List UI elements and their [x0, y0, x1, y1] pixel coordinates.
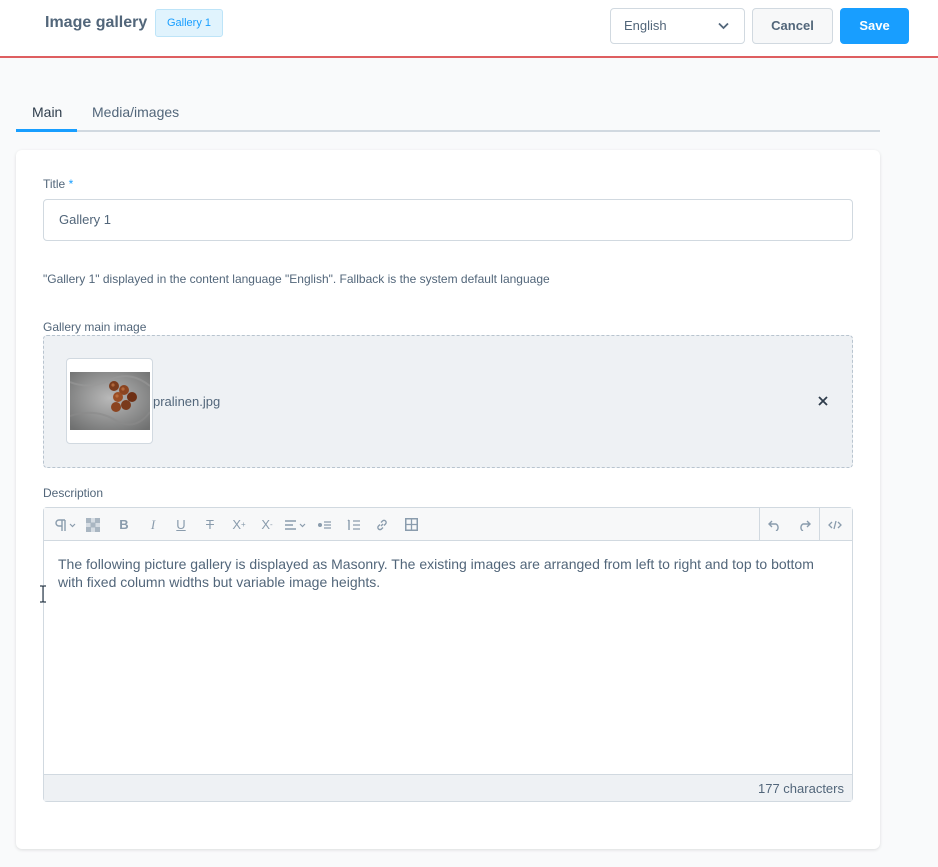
tab-media-images[interactable]: Media/images	[92, 104, 179, 120]
link-icon[interactable]	[374, 516, 390, 533]
description-label: Description	[43, 486, 104, 500]
toolbar-divider	[819, 508, 820, 541]
pralines-image	[70, 372, 150, 430]
bold-icon[interactable]: B	[116, 516, 132, 533]
code-view-icon[interactable]	[827, 516, 843, 533]
image-filename: pralinen.jpg	[153, 394, 221, 409]
table-icon[interactable]	[403, 516, 419, 533]
page-title: Image gallery	[45, 14, 148, 31]
close-icon[interactable]	[814, 392, 832, 410]
strikethrough-icon[interactable]: T	[202, 516, 218, 533]
language-select[interactable]: English	[610, 8, 745, 44]
italic-icon[interactable]: I	[145, 516, 161, 533]
required-mark: *	[68, 177, 74, 191]
top-bar: Image gallery Gallery 1 English Cancel S…	[0, 0, 938, 58]
text-cursor-icon	[40, 585, 46, 603]
save-button[interactable]: Save	[840, 8, 909, 44]
toolbar-divider	[759, 508, 760, 541]
description-text[interactable]: The following picture gallery is display…	[58, 555, 838, 591]
main-image-label: Gallery main image	[43, 320, 147, 334]
editor-toolbar: B I U T X + X-	[44, 508, 852, 541]
subscript-icon[interactable]: X-	[258, 516, 276, 533]
title-label-text: Title	[43, 177, 66, 191]
character-count: 177 characters	[758, 781, 844, 796]
chevron-down-icon	[718, 22, 729, 30]
language-help-text: "Gallery 1" displayed in the content lan…	[43, 272, 550, 286]
description-editor: B I U T X + X- The following picture gal…	[43, 507, 853, 802]
tab-bar: Main Media/images	[16, 96, 880, 132]
redo-icon[interactable]	[796, 516, 812, 533]
align-icon[interactable]	[284, 516, 310, 533]
undo-icon[interactable]	[767, 516, 783, 533]
cancel-button[interactable]: Cancel	[752, 8, 833, 44]
underline-icon[interactable]: U	[173, 516, 189, 533]
image-thumbnail[interactable]	[66, 358, 153, 444]
bullet-list-icon[interactable]	[317, 516, 333, 533]
paragraph-icon[interactable]	[54, 516, 78, 533]
numbered-list-icon[interactable]	[346, 516, 362, 533]
title-label: Title *	[43, 177, 73, 191]
language-select-value: English	[624, 18, 667, 33]
clear-format-icon[interactable]	[85, 516, 101, 533]
editor-footer: 177 characters	[44, 774, 852, 801]
entity-badge: Gallery 1	[155, 9, 224, 37]
active-tab-indicator	[16, 129, 77, 132]
superscript-icon[interactable]: X +	[230, 516, 248, 533]
tab-main[interactable]: Main	[32, 104, 62, 120]
title-input[interactable]: Gallery 1	[43, 199, 853, 241]
